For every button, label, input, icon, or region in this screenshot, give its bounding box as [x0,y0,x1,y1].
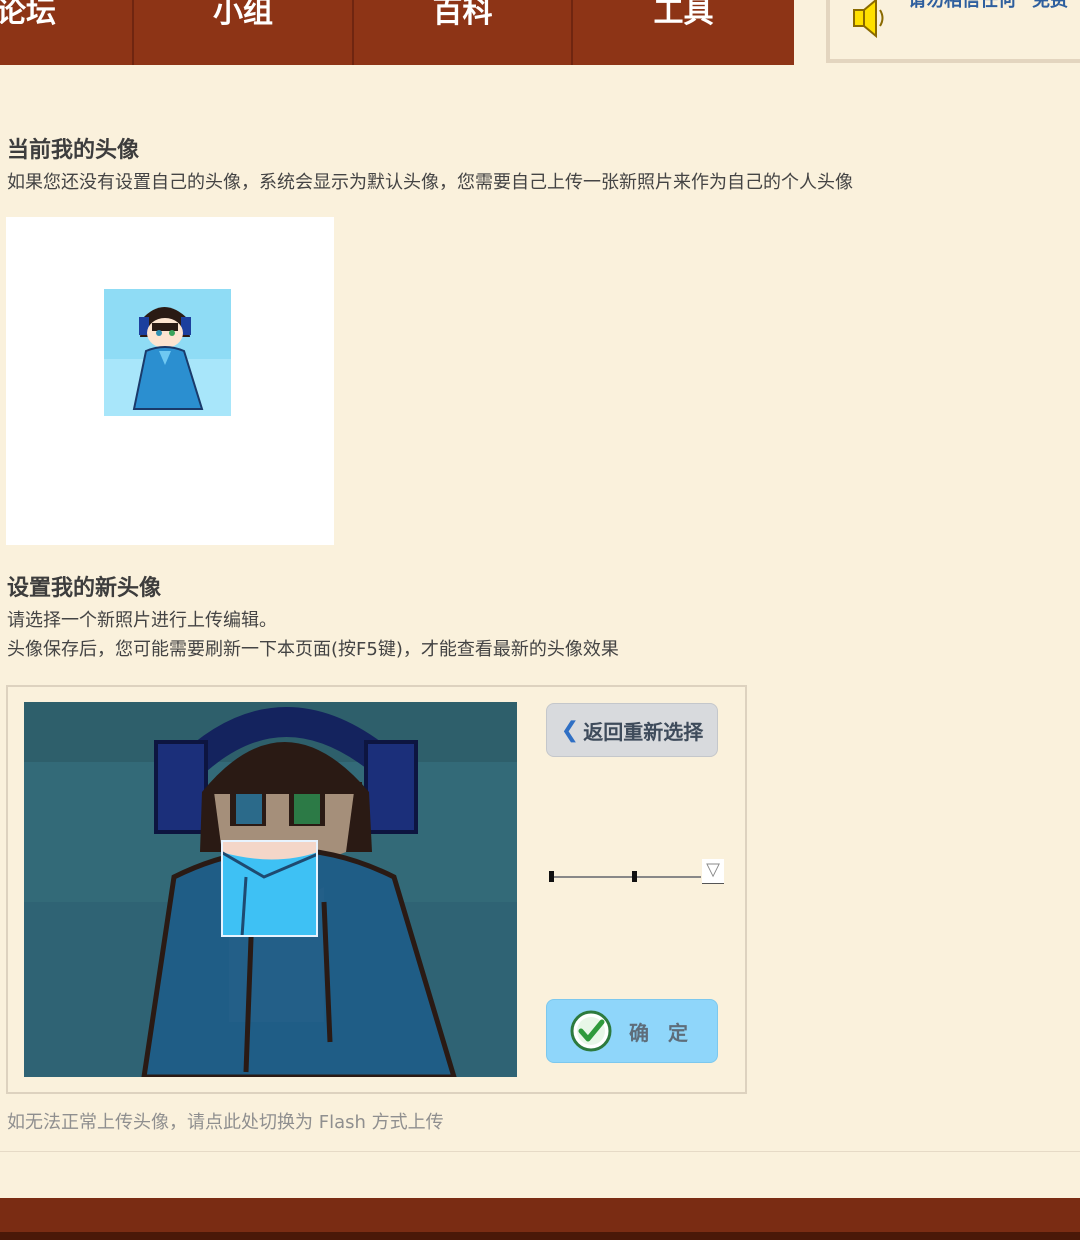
top-navigation: 论坛 小组 百科 工具 [0,0,794,65]
notice-item[interactable]: 免费 [1032,0,1068,11]
zoom-slider-handle[interactable] [632,871,637,882]
notice-item[interactable]: 请勿相信任何 [908,0,1016,11]
confirm-label: 确 定 [629,1020,694,1045]
notice-box: 请勿相信任何 免费 [826,0,1080,63]
nav-tab-label: 百科 [432,0,493,30]
back-reselect-button[interactable]: ❮ 返回重新选择 [546,703,718,757]
divider [0,1151,1080,1152]
current-avatar-description: 如果您还没有设置自己的头像，系统会显示为默认头像，您需要自己上传一张新照片来作为… [7,172,853,193]
nav-tab-label: 工具 [653,0,714,30]
confirm-button[interactable]: 确 定 [546,999,718,1063]
flash-upload-link[interactable]: 如无法正常上传头像，请点此处切换为 Flash 方式上传 [7,1108,444,1134]
crop-selection-frame[interactable] [221,840,318,937]
nav-tab-label: 小组 [213,0,273,30]
nav-tab-wiki[interactable]: 百科 [354,0,573,65]
avatar-editor: ❮ 返回重新选择 ▽ 确 定 [6,685,747,1094]
current-avatar-title: 当前我的头像 [7,138,140,163]
chevron-left-icon: ❮ [560,717,580,743]
crop-canvas[interactable] [24,702,517,1077]
nav-tab-forum[interactable]: 论坛 [0,0,134,65]
new-avatar-title: 设置我的新头像 [7,576,162,601]
speaker-icon [853,0,884,39]
zoom-slider[interactable]: ▽ [548,859,728,889]
check-circle-icon [570,1010,612,1052]
new-avatar-instruction: 请选择一个新照片进行上传编辑。 [7,610,277,631]
current-avatar-image [104,289,231,416]
nav-tab-group[interactable]: 小组 [134,0,354,65]
current-avatar-box [6,217,334,545]
nav-tab-tools[interactable]: 工具 [573,0,794,65]
back-reselect-label: 返回重新选择 [583,719,704,744]
new-avatar-refresh-hint: 头像保存后，您可能需要刷新一下本页面(按F5键)，才能查看最新的头像效果 [7,639,619,660]
zoom-slider-track [551,876,701,878]
nav-tab-label: 论坛 [0,0,56,30]
zoom-max-icon[interactable]: ▽ [702,859,724,884]
zoom-slider-min-marker [549,871,554,882]
footer-bottom-line [0,1232,1080,1240]
notice-text[interactable]: 请勿相信任何 免费 [908,0,1080,12]
